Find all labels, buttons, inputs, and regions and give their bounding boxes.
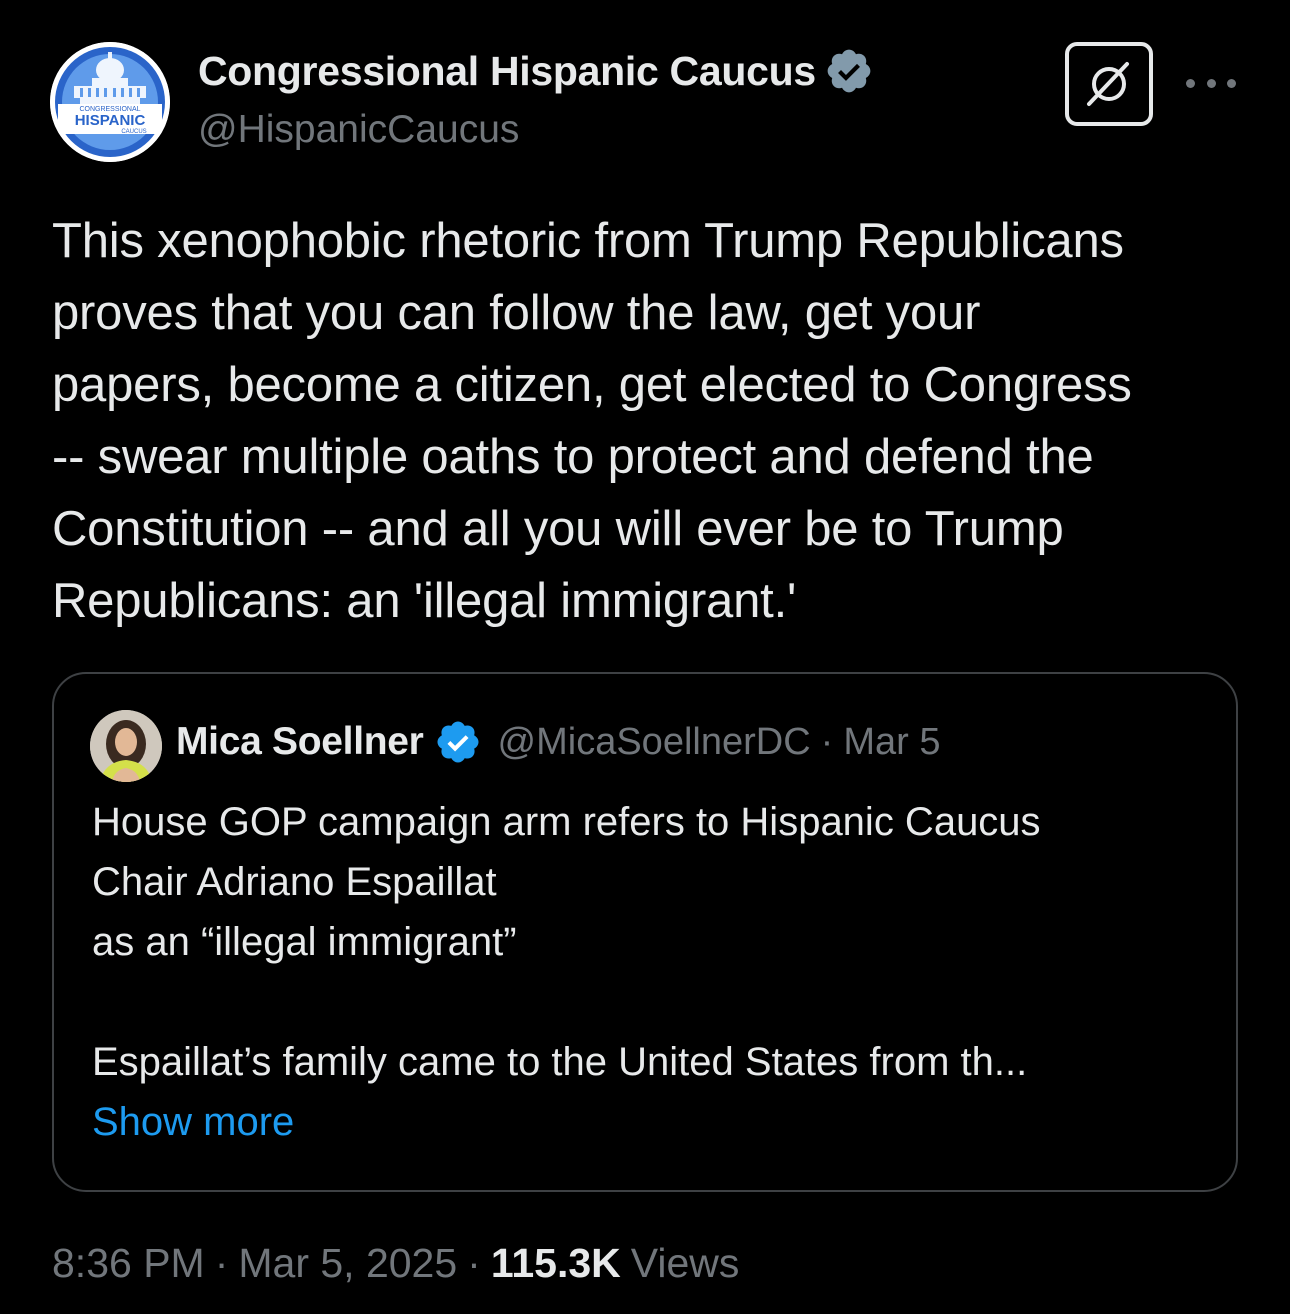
meta-separator: · xyxy=(467,1240,481,1286)
more-dot xyxy=(1186,78,1195,88)
quoted-author-handle[interactable]: @MicaSoellnerDC xyxy=(498,721,811,764)
show-more-link[interactable]: Show more xyxy=(92,1092,1212,1152)
quoted-text-line: as an “illegal immigrant” xyxy=(92,920,517,964)
author-avatar[interactable]: CONGRESSIONAL HISPANIC CAUCUS xyxy=(50,42,170,162)
views-count[interactable]: 115.3K xyxy=(491,1240,621,1287)
post-time[interactable]: 8:36 PM xyxy=(52,1240,205,1287)
more-options-icon[interactable] xyxy=(1186,68,1236,98)
quoted-author-photo xyxy=(90,710,162,782)
post-metadata: 8:36 PM · Mar 5, 2025 · 115.3K Views xyxy=(52,1240,739,1287)
grok-icon xyxy=(1087,62,1129,106)
post-text: This xenophobic rhetoric from Trump Repu… xyxy=(52,214,1132,628)
grok-button[interactable] xyxy=(1065,42,1153,126)
author-name-row: Congressional Hispanic Caucus xyxy=(198,46,874,96)
logo-text-hispanic: HISPANIC xyxy=(75,112,146,129)
post-header: CONGRESSIONAL HISPANIC CAUCUS Congressio… xyxy=(50,40,1240,165)
views-label[interactable]: Views xyxy=(631,1240,740,1287)
quoted-post-text: House GOP campaign arm refers to Hispani… xyxy=(92,792,1212,1152)
quoted-author-avatar[interactable] xyxy=(90,710,162,782)
author-name[interactable]: Congressional Hispanic Caucus xyxy=(198,48,816,95)
quoted-post-card[interactable]: Mica Soellner @MicaSoellnerDC · Mar 5 Ho… xyxy=(52,672,1238,1192)
chc-logo-icon: CONGRESSIONAL HISPANIC CAUCUS xyxy=(50,42,170,162)
quoted-post-date[interactable]: Mar 5 xyxy=(843,721,940,764)
quoted-separator: · xyxy=(820,720,834,763)
quoted-post-header: Mica Soellner @MicaSoellnerDC · Mar 5 xyxy=(176,718,940,766)
blue-verified-badge-icon[interactable] xyxy=(434,718,482,766)
logo-text-caucus: CAUCUS xyxy=(121,129,146,135)
gray-verified-badge-icon[interactable] xyxy=(824,46,874,96)
quoted-text-line: House GOP campaign arm refers to Hispani… xyxy=(92,800,1041,844)
author-handle[interactable]: @HispanicCaucus xyxy=(198,108,519,152)
quoted-text-truncated-line: Espaillat’s family came to the United St… xyxy=(92,1040,1028,1084)
meta-separator: · xyxy=(214,1240,229,1286)
quoted-author-name[interactable]: Mica Soellner xyxy=(176,720,424,764)
quoted-text-line: Chair Adriano Espaillat xyxy=(92,860,497,904)
more-dot xyxy=(1206,78,1216,88)
post-date[interactable]: Mar 5, 2025 xyxy=(238,1240,457,1287)
more-dot xyxy=(1227,78,1236,88)
